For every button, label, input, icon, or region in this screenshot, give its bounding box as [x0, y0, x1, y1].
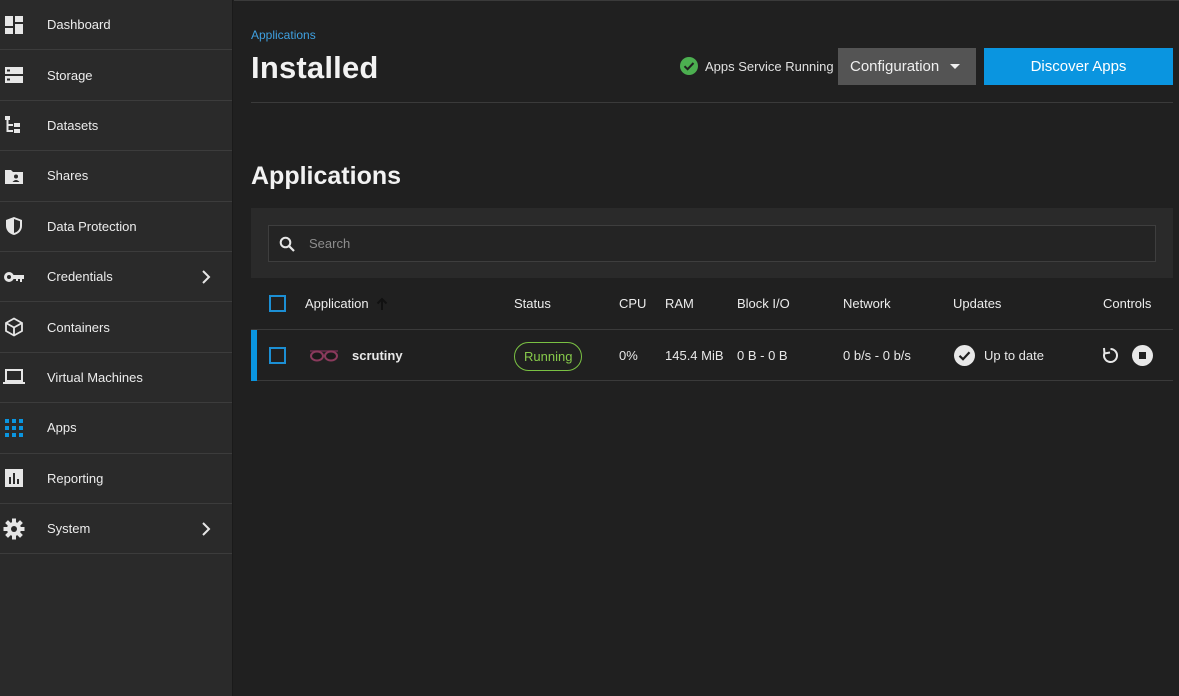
column-header-status[interactable]: Status: [514, 296, 551, 311]
sidebar-item-label: Apps: [47, 420, 77, 436]
sidebar-item-containers[interactable]: Containers: [0, 302, 232, 353]
page-title: Installed: [251, 50, 379, 85]
column-header-application[interactable]: Application: [305, 296, 389, 311]
selected-row-indicator: [251, 330, 257, 381]
sidebar-item-label: Reporting: [47, 470, 104, 486]
sidebar-item-label: Virtual Machines: [47, 369, 143, 385]
caret-down-icon: [950, 64, 960, 69]
top-divider: [234, 0, 1179, 1]
sort-ascending-icon: [376, 297, 387, 310]
breadcrumb[interactable]: Applications: [251, 28, 316, 42]
service-status-text: Apps Service Running: [705, 58, 834, 74]
search-box: [268, 225, 1156, 262]
column-header-block-io[interactable]: Block I/O: [737, 296, 790, 311]
sidebar-item-credentials[interactable]: Credentials: [0, 252, 232, 303]
sidebar-item-label: System: [47, 521, 91, 537]
table-row[interactable]: scrutiny Running 0% 145.4 MiB 0 B - 0 B …: [251, 330, 1173, 381]
apps-grid-icon: [3, 417, 25, 439]
ram-value: 145.4 MiB: [665, 348, 724, 363]
storage-icon: [3, 64, 25, 86]
sidebar-item-apps[interactable]: Apps: [0, 403, 232, 454]
table-header: Application Status CPU RAM Block I/O Net…: [251, 278, 1173, 330]
key-icon: [3, 266, 25, 288]
sidebar-item-label: Shares: [47, 168, 89, 184]
sidebar-item-reporting[interactable]: Reporting: [0, 454, 232, 504]
search-icon: [279, 236, 295, 252]
stop-icon[interactable]: [1132, 345, 1153, 366]
sidebar-item-system[interactable]: System: [0, 504, 232, 555]
select-all-checkbox[interactable]: [269, 295, 286, 312]
sidebar-item-label: Containers: [47, 319, 110, 335]
update-status: Up to date: [954, 345, 1044, 366]
app-name[interactable]: scrutiny: [352, 348, 403, 363]
reporting-icon: [3, 467, 25, 489]
discover-apps-label: Discover Apps: [1030, 58, 1127, 75]
shares-icon: [3, 165, 25, 187]
sidebar-item-shares[interactable]: Shares: [0, 151, 232, 202]
cpu-value: 0%: [619, 348, 638, 363]
sidebar-item-label: Storage: [47, 67, 93, 83]
update-status-text: Up to date: [984, 348, 1044, 363]
restart-icon[interactable]: [1100, 345, 1121, 366]
shield-icon: [3, 215, 25, 237]
sidebar-item-virtual-machines[interactable]: Virtual Machines: [0, 353, 232, 404]
network-value: 0 b/s - 0 b/s: [843, 348, 911, 363]
datasets-icon: [3, 114, 25, 136]
dashboard-icon: [3, 14, 25, 36]
header-divider: [251, 102, 1173, 103]
sidebar-item-label: Data Protection: [47, 218, 137, 234]
applications-table: Application Status CPU RAM Block I/O Net…: [251, 278, 1173, 381]
gear-icon: [3, 518, 25, 540]
configuration-button[interactable]: Configuration: [838, 48, 976, 85]
sidebar-item-storage[interactable]: Storage: [0, 50, 232, 101]
column-header-ram[interactable]: RAM: [665, 296, 694, 311]
laptop-icon: [3, 366, 25, 388]
chevron-right-icon: [202, 521, 211, 536]
service-status: Apps Service Running: [680, 57, 834, 75]
row-checkbox[interactable]: [269, 347, 286, 364]
check-circle-icon: [680, 57, 698, 75]
sidebar-item-datasets[interactable]: Datasets: [0, 101, 232, 152]
check-circle-icon: [954, 345, 975, 366]
sidebar-item-label: Datasets: [47, 117, 99, 133]
column-header-network[interactable]: Network: [843, 296, 891, 311]
column-label: Application: [305, 296, 369, 311]
sidebar-item-data-protection[interactable]: Data Protection: [0, 202, 232, 252]
discover-apps-button[interactable]: Discover Apps: [984, 48, 1173, 85]
glasses-icon: [310, 350, 338, 362]
configuration-label: Configuration: [850, 58, 940, 75]
chevron-right-icon: [202, 269, 211, 284]
search-panel: [251, 208, 1173, 278]
block-io-value: 0 B - 0 B: [737, 348, 788, 363]
cube-icon: [3, 316, 25, 338]
sidebar-item-label: Dashboard: [47, 17, 111, 33]
column-header-cpu[interactable]: CPU: [619, 296, 646, 311]
section-title: Applications: [251, 162, 402, 190]
column-header-controls: Controls: [1103, 296, 1152, 311]
search-input[interactable]: [309, 236, 1129, 251]
status-badge: Running: [514, 342, 583, 371]
column-header-updates[interactable]: Updates: [953, 296, 1001, 311]
sidebar-item-label: Credentials: [47, 269, 113, 285]
sidebar-item-dashboard[interactable]: Dashboard: [0, 0, 232, 51]
sidebar: Dashboard Storage Datasets Shares Data P…: [0, 0, 233, 696]
